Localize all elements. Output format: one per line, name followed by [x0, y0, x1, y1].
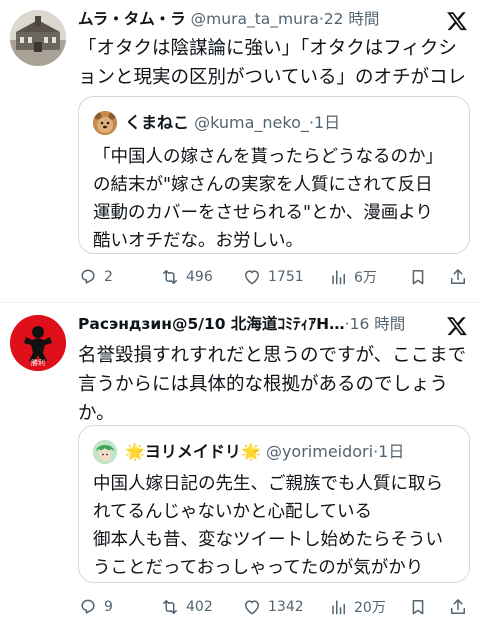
- action-bar: 2 496 1751 6万: [78, 262, 470, 292]
- post-header: ムラ・タム・ラ @mura_ta_mura·22 時間: [78, 8, 379, 30]
- repost-count: 496: [186, 269, 213, 285]
- like-count: 1751: [268, 269, 304, 285]
- bookmark-button[interactable]: [408, 592, 428, 622]
- quoted-author-handle[interactable]: @yorimeidori: [266, 442, 373, 461]
- share-icon: [451, 269, 465, 284]
- views-button[interactable]: 20万: [328, 592, 386, 622]
- reply-count: 9: [104, 599, 113, 615]
- bookmark-icon: [412, 270, 424, 285]
- author-name[interactable]: ムラ・タム・ラ: [78, 10, 186, 28]
- repost-count: 402: [186, 599, 213, 615]
- author-name[interactable]: Расэндзин@5/10 北海道ｺﾐﾃｨｱH…: [78, 315, 345, 333]
- views-icon: [332, 600, 345, 615]
- views-count: 20万: [354, 600, 386, 616]
- star-emoji-icon: 🌟: [240, 442, 261, 461]
- quoted-author-name[interactable]: くまねこ: [125, 113, 189, 132]
- post-2[interactable]: 勝利 Расэндзин@5/10 北海道ｺﾐﾃｨｱH…·16 時間 名誉毀損す…: [0, 303, 480, 630]
- like-count: 1342: [268, 599, 304, 615]
- bookmark-button[interactable]: [408, 262, 428, 292]
- timestamp[interactable]: 22 時間: [324, 10, 380, 28]
- quoted-timestamp[interactable]: 1日: [378, 442, 404, 461]
- reply-button[interactable]: 2: [78, 262, 113, 292]
- reply-icon: [81, 599, 95, 614]
- repost-icon: [163, 270, 177, 284]
- bookmark-icon: [412, 600, 424, 615]
- author-avatar[interactable]: [10, 10, 66, 66]
- repost-button[interactable]: 402: [160, 592, 213, 622]
- action-bar: 9 402 1342 20万: [78, 592, 470, 622]
- quoted-author-avatar: [93, 111, 117, 135]
- quoted-author-name[interactable]: ヨリメイドリ: [145, 442, 241, 461]
- views-icon: [332, 270, 345, 285]
- like-button[interactable]: 1342: [242, 592, 304, 622]
- repost-button[interactable]: 496: [160, 262, 213, 292]
- quoted-author-avatar: [93, 440, 117, 464]
- timestamp[interactable]: 16 時間: [350, 315, 406, 333]
- author-avatar[interactable]: 勝利: [10, 315, 66, 371]
- x-logo-icon[interactable]: [446, 10, 468, 32]
- reply-button[interactable]: 9: [78, 592, 113, 622]
- quoted-text: 中国人嫁日記の先生、ご親族でも人質に取ら れてるんじゃないかと心配している 御本…: [93, 474, 443, 578]
- x-logo-icon[interactable]: [446, 315, 468, 337]
- quoted-post[interactable]: くまねこ @kuma_neko_·1日 「中国人の嫁さんを貰ったらどうなるのか」…: [78, 96, 470, 254]
- quoted-header: くまねこ @kuma_neko_·1日: [125, 111, 340, 135]
- star-emoji-icon: 🌟: [125, 442, 145, 461]
- quoted-header: 🌟ヨリメイドリ🌟 @yorimeidori·1日: [125, 440, 404, 464]
- building-photo-icon: [10, 10, 66, 66]
- like-button[interactable]: 1751: [242, 262, 304, 292]
- views-count: 6万: [354, 270, 377, 286]
- repost-icon: [163, 600, 177, 614]
- quoted-post[interactable]: 🌟ヨリメイドリ🌟 @yorimeidori·1日 中国人嫁日記の先生、ご親族でも…: [78, 425, 470, 583]
- views-button[interactable]: 6万: [328, 262, 377, 292]
- share-button[interactable]: [448, 262, 468, 292]
- quoted-author-handle[interactable]: @kuma_neko_: [194, 113, 309, 132]
- share-button[interactable]: [448, 592, 468, 622]
- post-text: 「オタクは陰謀論に強い」「オタクはフィクションと現実の区別がついている」のオチが…: [78, 38, 466, 88]
- quoted-timestamp[interactable]: 1日: [314, 113, 340, 132]
- like-icon: [245, 600, 259, 615]
- post-text: 名誉毀損すれすれだと思うのですが、ここまで 言うからには具体的な根拠があるのでし…: [78, 345, 467, 424]
- reply-count: 2: [104, 269, 113, 285]
- post-1[interactable]: ムラ・タム・ラ @mura_ta_mura·22 時間 「オタクは陰謀論に強い」…: [0, 0, 480, 300]
- quoted-text: 「中国人の嫁さんを貰ったらどうなるのか」 の結末が"嫁さんの実家を人質にされて反…: [93, 147, 443, 251]
- author-handle[interactable]: @mura_ta_mura: [191, 10, 319, 28]
- character-avatar-icon: [93, 440, 117, 464]
- like-icon: [245, 270, 259, 285]
- reply-icon: [81, 269, 95, 284]
- post-header: Расэндзин@5/10 北海道ｺﾐﾃｨｱH…·16 時間: [78, 313, 438, 335]
- avatar-label: 勝利: [31, 359, 45, 367]
- bear-cat-icon: [93, 111, 117, 135]
- share-icon: [451, 599, 465, 614]
